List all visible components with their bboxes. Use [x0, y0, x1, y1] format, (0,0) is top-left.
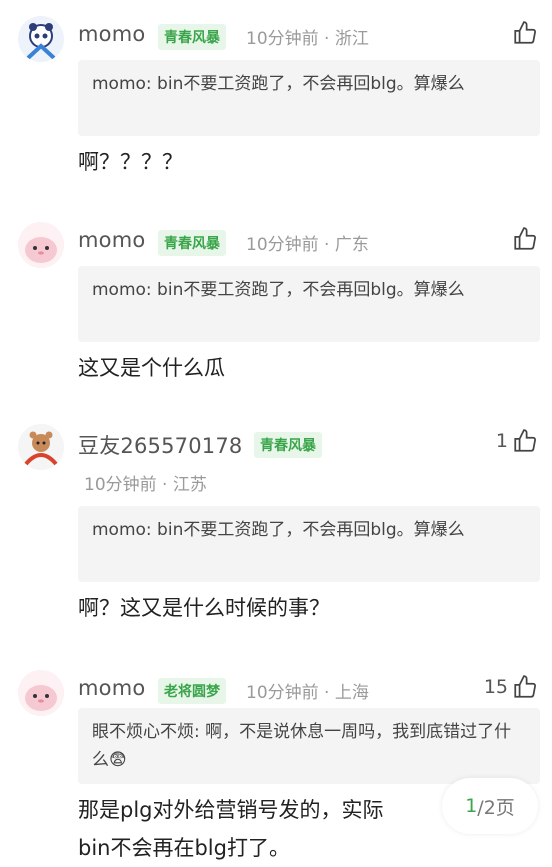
user-badge: 青春风暴	[254, 432, 322, 458]
comment-text: 啊？？？？	[78, 150, 183, 174]
comment-2: momo 青春风暴 10分钟前 · 广东 momo: bin不要工资跑了，不会再…	[0, 216, 552, 386]
avatar[interactable]	[18, 670, 64, 716]
comment-meta: 10分钟前 · 广东	[246, 235, 369, 255]
avatar[interactable]	[18, 222, 64, 268]
comment-4: momo 老将圆梦 10分钟前 · 上海 15 眼不烦心不烦: 啊，不是说休息一…	[0, 664, 552, 867]
username[interactable]: momo	[78, 676, 145, 700]
comment-meta: 10分钟前 · 江苏	[84, 475, 207, 495]
page-indicator[interactable]: 1 /2页	[442, 778, 538, 834]
avatar[interactable]	[18, 16, 64, 62]
like-button[interactable]: 1	[496, 428, 538, 454]
quoted-reply: momo: bin不要工资跑了，不会再回blg。算爆么	[78, 506, 540, 582]
username[interactable]: momo	[78, 228, 145, 252]
thumb-up-icon	[514, 429, 536, 452]
like-button[interactable]: 15	[484, 674, 538, 700]
username[interactable]: momo	[78, 22, 145, 46]
like-count: 15	[483, 676, 508, 698]
comment-meta: 10分钟前 · 浙江	[246, 29, 369, 49]
like-button[interactable]	[508, 20, 538, 46]
comment-meta: 10分钟前 · 上海	[246, 683, 369, 703]
thumb-up-icon	[514, 675, 536, 698]
quoted-reply: momo: bin不要工资跑了，不会再回blg。算爆么	[78, 60, 540, 136]
user-badge: 老将圆梦	[158, 678, 226, 704]
user-badge: 青春风暴	[158, 230, 226, 256]
comment-text-line-1: 那是plg对外给营销号发的，实际	[78, 798, 384, 822]
thumb-up-icon	[514, 227, 536, 250]
quoted-reply: momo: bin不要工资跑了，不会再回blg。算爆么	[78, 266, 540, 342]
comment-text: 啊？这又是什么时候的事？	[78, 596, 330, 620]
page-total: /2页	[477, 796, 515, 819]
like-button[interactable]	[508, 226, 538, 252]
avatar[interactable]	[18, 424, 64, 470]
page-current: 1	[465, 795, 478, 817]
comment-3: 豆友265570178 青春风暴 1 10分钟前 · 江苏 momo: bin不…	[0, 420, 552, 630]
comment-1: momo 青春风暴 10分钟前 · 浙江 momo: bin不要工资跑了，不会再…	[0, 10, 552, 180]
like-count: 1	[495, 430, 508, 452]
comment-text-line-2: bin不会再在blg打了。	[78, 836, 290, 860]
comment-text: 这又是个什么瓜	[78, 356, 225, 380]
username[interactable]: 豆友265570178	[78, 430, 242, 460]
quoted-reply: 眼不烦心不烦: 啊，不是说休息一周吗，我到底错过了什么😨	[78, 708, 540, 784]
thumb-up-icon	[514, 21, 536, 44]
user-badge: 青春风暴	[158, 24, 226, 50]
